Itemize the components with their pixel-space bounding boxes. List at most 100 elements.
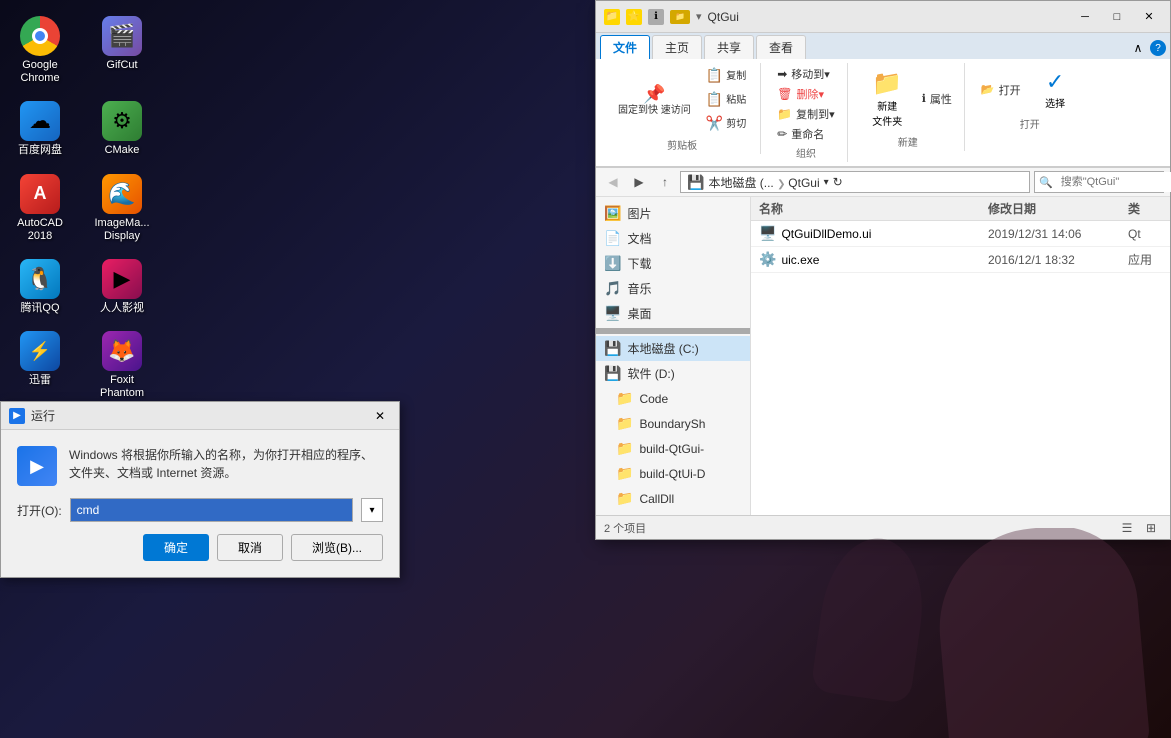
desktop-icon-baidu[interactable]: ☁ 百度网盘 bbox=[5, 95, 75, 163]
up-button[interactable]: ↑ bbox=[654, 171, 676, 193]
cut-button[interactable]: ✂️ 剪切 bbox=[700, 113, 752, 135]
dialog-input-row: 打开(O): ▾ bbox=[17, 498, 383, 522]
pictures-label: 图片 bbox=[627, 205, 651, 222]
desktop-icon-qq[interactable]: 🐧 腾讯QQ bbox=[5, 253, 75, 321]
maximize-button[interactable]: □ bbox=[1104, 7, 1130, 27]
move-to-button[interactable]: ➡ 移动到▾ bbox=[773, 65, 838, 83]
pin-to-quick-access-button[interactable]: 📌 固定到快 速访问 bbox=[612, 82, 697, 119]
clipboard-label: 剪贴板 bbox=[667, 137, 697, 152]
col-date[interactable]: 修改日期 bbox=[980, 200, 1120, 217]
desktop-icon-sidebar: 🖥️ bbox=[604, 305, 621, 322]
silhouette-2 bbox=[810, 532, 931, 704]
address-bar: ◀ ▶ ↑ 💾 本地磁盘 (... ❯ QtGui ▾ ↻ 🔍 🔍 bbox=[596, 168, 1170, 197]
col-name[interactable]: 名称 bbox=[751, 200, 980, 217]
col-type[interactable]: 类 bbox=[1120, 200, 1170, 217]
forward-button[interactable]: ▶ bbox=[628, 171, 650, 193]
desktop-icon-gifcut[interactable]: 🎬 GifCut bbox=[87, 10, 157, 91]
help-button[interactable]: ? bbox=[1150, 40, 1166, 56]
cancel-button[interactable]: 取消 bbox=[217, 534, 283, 561]
dropdown-arrow-icon: ▾ bbox=[824, 177, 829, 188]
background-decoration bbox=[591, 528, 1171, 738]
ok-button[interactable]: 确定 bbox=[143, 534, 209, 561]
desktop-icon-xunlei[interactable]: ⚡ 迅雷 bbox=[5, 325, 75, 406]
documents-label: 文档 bbox=[627, 230, 651, 247]
copy-button[interactable]: 📋 复制 bbox=[700, 65, 752, 87]
dialog-close-button[interactable]: ✕ bbox=[369, 407, 391, 425]
close-button[interactable]: ✕ bbox=[1136, 7, 1162, 27]
desktop-icon-autocad[interactable]: A AutoCAD 2018 bbox=[5, 168, 75, 249]
run-dropdown-button[interactable]: ▾ bbox=[361, 498, 383, 522]
new-buttons: 📁 新建文件夹 ℹ 属性 bbox=[860, 65, 956, 132]
run-input[interactable] bbox=[70, 498, 353, 522]
calldll-icon: 📁 bbox=[616, 490, 633, 507]
sidebar-item-code[interactable]: 📁 Code bbox=[596, 386, 750, 411]
localdisk-c-icon: 💾 bbox=[604, 340, 621, 357]
sidebar-item-software-d[interactable]: 💾 软件 (D:) bbox=[596, 361, 750, 386]
ribbon-tabs: 文件 主页 共享 查看 ∧ ? bbox=[596, 33, 1170, 59]
run-dialog: ▶ 运行 ✕ ▶ Windows 将根据你所输入的名称，为你打开相应的程序、文件… bbox=[0, 401, 400, 578]
tab-view[interactable]: 查看 bbox=[756, 35, 806, 59]
desktop-icon-imagema[interactable]: 🌊 ImageMa... Display bbox=[87, 168, 157, 249]
desktop-icon-foxit[interactable]: 🦊 Foxit Phantom bbox=[87, 325, 157, 406]
desktop-icon-cmake[interactable]: ⚙ CMake bbox=[87, 95, 157, 163]
file-row-uic[interactable]: ⚙️ uic.exe 2016/12/1 18:32 应用 bbox=[751, 247, 1170, 273]
crumb-qtgui[interactable]: QtGui bbox=[788, 176, 819, 190]
properties-button[interactable]: ℹ 属性 bbox=[918, 90, 956, 108]
tab-share[interactable]: 共享 bbox=[704, 35, 754, 59]
sidebar-item-boundarysh[interactable]: 📁 BoundarySh bbox=[596, 411, 750, 436]
properties-icon[interactable]: ℹ bbox=[648, 9, 664, 25]
open-button[interactable]: 📂 打开 bbox=[977, 81, 1025, 99]
sidebar-item-pictures[interactable]: 🖼️ 图片 bbox=[596, 201, 750, 226]
sidebar-item-downloads[interactable]: ⬇️ 下载 bbox=[596, 251, 750, 276]
ui-file-icon: 🖥️ bbox=[759, 225, 776, 242]
search-box[interactable]: 🔍 🔍 bbox=[1034, 171, 1164, 193]
uic-name: uic.exe bbox=[781, 253, 819, 267]
sidebar-item-calldll[interactable]: 📁 CallDll bbox=[596, 486, 750, 511]
rename-button[interactable]: ✏ 重命名 bbox=[773, 125, 838, 143]
sidebar-item-build-qtgui[interactable]: 📁 build-QtGui- bbox=[596, 436, 750, 461]
softwaredisk-d-label: 软件 (D:) bbox=[627, 365, 674, 382]
titlebar: 📁 ⭐ ℹ 📁 ▾ QtGui ─ □ ✕ bbox=[596, 1, 1170, 33]
pin-icon: 📌 bbox=[643, 85, 665, 103]
sidebar-item-music[interactable]: 🎵 音乐 bbox=[596, 276, 750, 301]
sidebar-item-documents[interactable]: 📄 文档 bbox=[596, 226, 750, 251]
new-folder-button[interactable]: 📁 新建文件夹 bbox=[860, 65, 915, 132]
sidebar-item-desktop[interactable]: 🖥️ 桌面 bbox=[596, 301, 750, 326]
qtguidlldemo-date: 2019/12/31 14:06 bbox=[980, 227, 1120, 241]
desktop-label: 桌面 bbox=[627, 305, 651, 322]
dialog-buttons: 确定 取消 浏览(B)... bbox=[17, 534, 383, 561]
uic-type: 应用 bbox=[1120, 251, 1170, 268]
exe-file-icon: ⚙️ bbox=[759, 251, 776, 268]
delete-button[interactable]: 🗑 删除▾ bbox=[773, 85, 838, 103]
pictures-icon: 🖼️ bbox=[604, 205, 621, 222]
downloads-label: 下载 bbox=[627, 255, 651, 272]
ribbon-content: 📌 固定到快 速访问 📋 复制 📋 粘贴 bbox=[596, 59, 1170, 167]
file-list: 名称 修改日期 类 🖥️ QtGuiDllDemo.ui 2019/12/31 … bbox=[751, 197, 1170, 515]
paste-button[interactable]: 📋 粘贴 bbox=[700, 89, 752, 111]
quick-access-icon[interactable]: ⭐ bbox=[626, 9, 642, 25]
select-button[interactable]: ✓ 选择 bbox=[1028, 65, 1083, 114]
minimize-button[interactable]: ─ bbox=[1072, 7, 1098, 27]
file-row-qtguidlldemo[interactable]: 🖥️ QtGuiDllDemo.ui 2019/12/31 14:06 Qt bbox=[751, 221, 1170, 247]
music-label: 音乐 bbox=[627, 280, 651, 297]
back-button[interactable]: ◀ bbox=[602, 171, 624, 193]
sidebar-item-local-c[interactable]: 💾 本地磁盘 (C:) bbox=[596, 336, 750, 361]
sidebar-item-build-qtui[interactable]: 📁 build-QtUi-D bbox=[596, 461, 750, 486]
address-input[interactable]: 💾 本地磁盘 (... ❯ QtGui ▾ ↻ bbox=[680, 171, 1030, 193]
ribbon-collapse-btn[interactable]: ∧ bbox=[1130, 40, 1146, 56]
new-folder-label: 新建文件夹 bbox=[872, 98, 902, 128]
copy-to-button[interactable]: 📁 复制到▾ bbox=[773, 105, 838, 123]
titlebar-separator: ▾ bbox=[696, 10, 702, 23]
copyto-label: 复制到▾ bbox=[796, 106, 835, 122]
properties-icon-small: ℹ bbox=[922, 92, 926, 105]
tab-home[interactable]: 主页 bbox=[652, 35, 702, 59]
desktop-icon-renren[interactable]: ▶ 人人影视 bbox=[87, 253, 157, 321]
crumb-local[interactable]: 本地磁盘 (... bbox=[708, 176, 773, 190]
delete-icon: 🗑 bbox=[777, 87, 792, 101]
checkmark-icon: ✓ bbox=[1046, 69, 1064, 95]
refresh-button[interactable]: ↻ bbox=[833, 175, 843, 189]
desktop-icon-chrome[interactable]: Google Chrome bbox=[5, 10, 75, 91]
search-input[interactable] bbox=[1057, 172, 1171, 192]
tab-file[interactable]: 文件 bbox=[600, 35, 650, 59]
browse-button[interactable]: 浏览(B)... bbox=[291, 534, 383, 561]
